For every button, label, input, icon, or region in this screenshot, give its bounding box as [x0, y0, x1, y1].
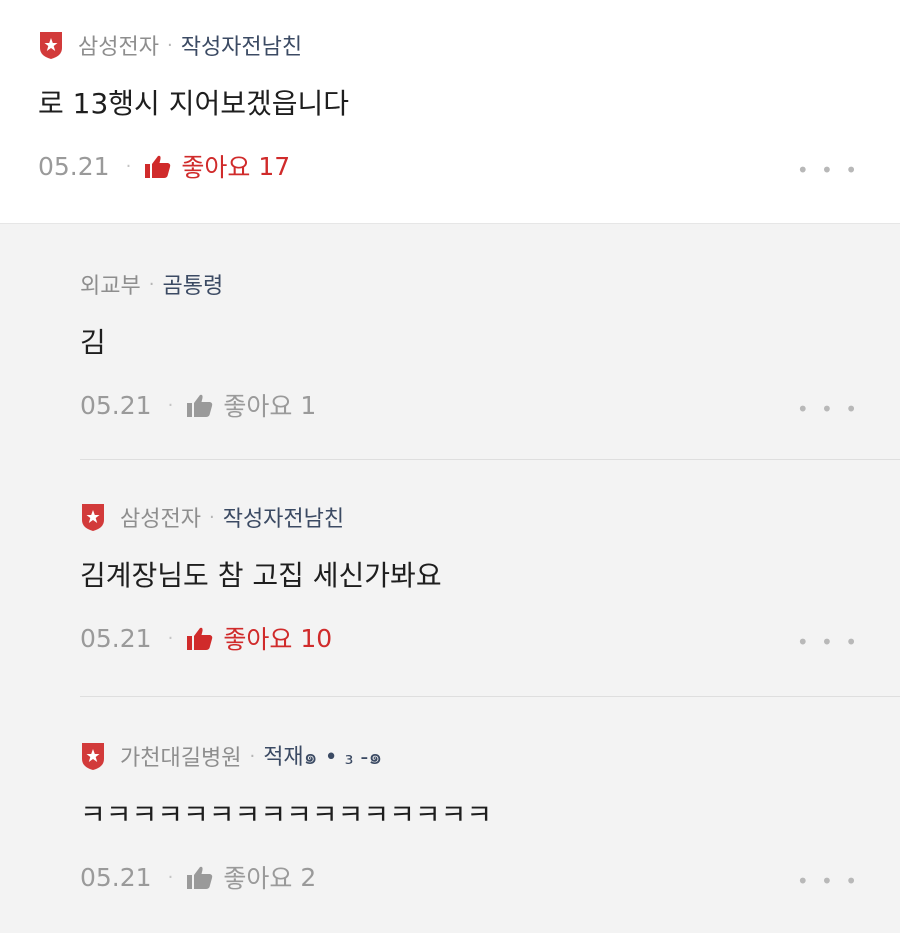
like-label: 좋아요 [223, 392, 293, 421]
more-options-icon[interactable]: • • • [797, 869, 860, 893]
comment-date: 05.21 [80, 862, 152, 892]
comment-footer: 05.21 · 좋아요 2 • • • [80, 859, 900, 895]
comment-date: 05.21 [80, 623, 152, 653]
footer-separator: · [167, 866, 174, 888]
thumbs-up-icon [187, 866, 213, 889]
comment-top: 삼성전자 · 작성자전남친 로 13행시 지어보겠읍니다 05.21 · 좋아요… [0, 0, 900, 224]
comment-meta: 삼성전자 · 작성자전남친 [38, 28, 900, 62]
author-nickname[interactable]: 곰통령 [162, 268, 223, 300]
comment-date: 05.21 [38, 151, 110, 181]
company-badge-icon [38, 30, 64, 60]
footer-separator: · [125, 155, 132, 177]
like-count: 1 [300, 390, 317, 420]
like-count: 2 [300, 862, 317, 892]
author-nickname[interactable]: 작성자전남친 [223, 501, 344, 533]
comment-footer: 05.21 · 좋아요 10 • • • [80, 620, 900, 656]
comment-footer: 05.21 · 좋아요 17 • • • [38, 148, 900, 184]
meta-separator: · [148, 273, 155, 295]
reply-list: 외교부 · 곰통령 김 05.21 · 좋아요 1 • • • 삼성전자 · 작… [0, 224, 900, 895]
company-badge-icon [80, 741, 106, 771]
comment-meta: 삼성전자 · 작성자전남친 [80, 500, 900, 534]
more-options-icon[interactable]: • • • [797, 630, 860, 654]
more-options-icon[interactable]: • • • [797, 158, 860, 182]
like-button[interactable]: 좋아요 10 [187, 620, 332, 656]
comment-meta: 가천대길병원 · 적재๑ • ₃ -๑ [80, 739, 900, 773]
comment-content: 김계장님도 참 고집 세신가봐요 [80, 559, 442, 592]
company-name[interactable]: 외교부 [80, 268, 141, 300]
company-name[interactable]: 삼성전자 [78, 29, 159, 61]
company-badge-icon [80, 502, 106, 532]
author-nickname[interactable]: 적재๑ • ₃ -๑ [263, 739, 382, 774]
comment-content: 김 [80, 326, 106, 359]
like-button[interactable]: 좋아요 2 [187, 859, 316, 895]
comment-content: ㅋㅋㅋㅋㅋㅋㅋㅋㅋㅋㅋㅋㅋㅋㅋㅋ [80, 798, 493, 831]
reply-item: 가천대길병원 · 적재๑ • ₃ -๑ ㅋㅋㅋㅋㅋㅋㅋㅋㅋㅋㅋㅋㅋㅋㅋㅋ 05.… [0, 696, 900, 895]
footer-separator: · [167, 627, 174, 649]
like-label: 좋아요 [223, 625, 293, 654]
like-button[interactable]: 좋아요 1 [187, 387, 316, 423]
comment-meta: 외교부 · 곰통령 [80, 267, 900, 301]
like-count: 10 [300, 623, 333, 653]
like-label: 좋아요 [181, 153, 251, 182]
like-count: 17 [258, 151, 291, 181]
company-name[interactable]: 가천대길병원 [120, 740, 241, 772]
thumbs-up-icon [187, 627, 213, 650]
comment-footer: 05.21 · 좋아요 1 • • • [80, 387, 900, 423]
like-label: 좋아요 [223, 864, 293, 893]
reply-item: 외교부 · 곰통령 김 05.21 · 좋아요 1 • • • [0, 224, 900, 459]
meta-separator: · [208, 506, 215, 528]
meta-separator: · [249, 745, 256, 767]
meta-separator: · [166, 34, 173, 56]
reply-item: 삼성전자 · 작성자전남친 김계장님도 참 고집 세신가봐요 05.21 · 좋… [0, 459, 900, 696]
like-button[interactable]: 좋아요 17 [145, 148, 290, 184]
footer-separator: · [167, 394, 174, 416]
author-nickname[interactable]: 작성자전남친 [181, 29, 302, 61]
thumbs-up-icon [145, 155, 171, 178]
thumbs-up-icon [187, 394, 213, 417]
more-options-icon[interactable]: • • • [797, 397, 860, 421]
company-name[interactable]: 삼성전자 [120, 501, 201, 533]
comment-content: 로 13행시 지어보겠읍니다 [38, 87, 350, 120]
comment-date: 05.21 [80, 390, 152, 420]
